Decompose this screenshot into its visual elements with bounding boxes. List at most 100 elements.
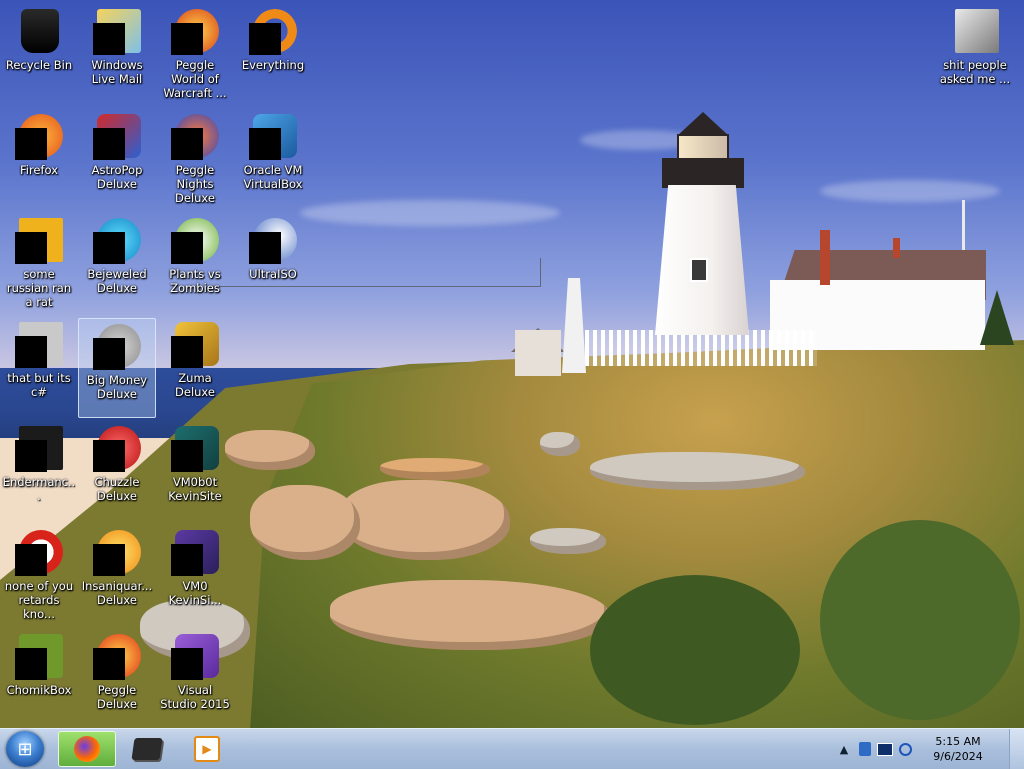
bejeweled-icon	[93, 216, 141, 264]
desktop-icon-peggle-nights[interactable]: Peggle Nights Deluxe	[156, 108, 234, 208]
desktop-icon-that-but-csharp[interactable]: that but its c#	[0, 316, 78, 416]
folder-icon	[951, 7, 999, 55]
tray-chevron-icon[interactable]: ▲	[835, 743, 853, 756]
taskbar-firefox-button[interactable]	[58, 731, 116, 767]
desktop-icon-zuma[interactable]: Zuma Deluxe	[156, 316, 234, 416]
desktop-icon-label: Big Money Deluxe	[86, 373, 148, 401]
wallpaper-bush	[590, 575, 800, 725]
desktop-icon-astropop[interactable]: AstroPop Deluxe	[78, 108, 156, 208]
desktop-icon-label: Oracle VM VirtualBox	[243, 163, 303, 191]
desktop-icon-some-russian[interactable]: some russian ran a rat	[0, 212, 78, 312]
desktop-icon-label: Chuzzle Deluxe	[94, 475, 140, 503]
clock-time: 5:15 AM	[935, 735, 981, 748]
desktop-icon-endermanc[interactable]: Endermanc...	[0, 420, 78, 520]
vm-shortcut-icon	[171, 424, 219, 472]
lighthouse-gallery	[662, 158, 744, 188]
desktop-icon-none-of-you[interactable]: none of you retards kno...	[0, 524, 78, 624]
wallpaper-rock	[530, 528, 606, 554]
desktop-icon-label: Visual Studio 2015	[160, 683, 230, 711]
system-tray: ▲	[835, 729, 912, 769]
taskbar-terminal-button[interactable]	[118, 731, 176, 767]
everything-search-icon	[249, 7, 297, 55]
monitor-icon[interactable]	[877, 742, 893, 756]
desktop-icon-label: Bejeweled Deluxe	[87, 267, 147, 295]
shortcut-icon	[15, 320, 63, 368]
virtualbox-icon	[249, 112, 297, 160]
desktop-icon-recycle-bin[interactable]: Recycle Bin	[0, 3, 78, 103]
chomikbox-icon	[15, 632, 63, 680]
zuma-icon	[171, 320, 219, 368]
desktop-icon-virtualbox[interactable]: Oracle VM VirtualBox	[234, 108, 312, 208]
firefox-icon	[74, 736, 100, 762]
desktop-icon-label: AstroPop Deluxe	[91, 163, 143, 191]
wallpaper-chimney	[893, 238, 900, 258]
desktop-icon-big-money[interactable]: Big Money Deluxe	[78, 318, 156, 418]
desktop-icon-windows-live-mail[interactable]: Windows Live Mail	[78, 3, 156, 103]
desktop-icon-label: UltraISO	[249, 267, 297, 281]
wallpaper-rock	[225, 430, 315, 470]
console-app-icon	[15, 424, 63, 472]
peggle-wow-icon	[171, 7, 219, 55]
desktop-icon-label: some russian ran a rat	[6, 267, 72, 309]
desktop-icon-label: Peggle World of Warcraft ...	[163, 58, 227, 100]
desktop-icon-visual-studio[interactable]: Visual Studio 2015	[156, 628, 234, 728]
plants-vs-zombies-icon	[171, 216, 219, 264]
shortcut-icon	[15, 528, 63, 576]
desktop-icon-label: none of you retards kno...	[4, 579, 74, 621]
wallpaper-rock	[590, 452, 805, 490]
desktop-icon-label: Everything	[241, 58, 305, 72]
desktop-icon-everything[interactable]: Everything	[234, 3, 312, 103]
wallpaper-rock	[250, 485, 360, 560]
desktop-icon-label: Zuma Deluxe	[175, 371, 215, 399]
desktop-icon-label: shit people asked me ...	[939, 58, 1011, 86]
desktop-icon-insaniquarium[interactable]: Insaniquar... Deluxe	[78, 524, 156, 624]
taskbar-media-player-button[interactable]: ▶	[178, 731, 236, 767]
shortcut-icon	[15, 216, 63, 264]
show-desktop-button[interactable]	[1009, 729, 1024, 769]
wallpaper-chimney	[820, 230, 830, 285]
firefox-icon	[15, 112, 63, 160]
desktop-icon-label: VM0 KevinSi...	[168, 579, 222, 607]
terminal-icon	[131, 738, 163, 760]
desktop-icon-label: VM0b0t KevinSite	[168, 475, 222, 503]
network-icon[interactable]	[859, 742, 871, 756]
desktop-icon-label: Endermanc...	[2, 475, 76, 503]
desktop-icon-firefox[interactable]: Firefox	[0, 108, 78, 208]
ultraiso-icon	[249, 216, 297, 264]
media-player-icon: ▶	[194, 736, 220, 762]
lighthouse-window	[690, 258, 708, 282]
desktop-icon-chomikbox[interactable]: ChomikBox	[0, 628, 78, 728]
desktop-icon-label: Plants vs Zombies	[169, 267, 221, 295]
desktop-icon-vm0-kevinsite[interactable]: VM0 KevinSi...	[156, 524, 234, 624]
wallpaper-rock	[540, 432, 580, 456]
big-money-icon	[93, 322, 141, 370]
desktop-icon-label: ChomikBox	[6, 683, 72, 697]
desktop-icon-bejeweled[interactable]: Bejeweled Deluxe	[78, 212, 156, 312]
windows-live-mail-icon	[93, 7, 141, 55]
wallpaper-cloud	[820, 180, 1000, 202]
desktop-icon-folder[interactable]: shit people asked me ...	[936, 3, 1014, 103]
desktop-icon-plants-vs-zombies[interactable]: Plants vs Zombies	[156, 212, 234, 312]
desktop-icon-peggle-wow[interactable]: Peggle World of Warcraft ...	[156, 3, 234, 103]
desktop-icon-ultraiso[interactable]: UltraISO	[234, 212, 312, 312]
desktop-icon-label: Peggle Deluxe	[97, 683, 137, 711]
desktop-icon-label: Windows Live Mail	[91, 58, 143, 86]
wallpaper-rock	[340, 480, 510, 560]
taskbar-clock[interactable]: 5:15 AM 9/6/2024	[928, 734, 988, 764]
desktop-icon-peggle-deluxe[interactable]: Peggle Deluxe	[78, 628, 156, 728]
desktop-icon-vm0b0t-kevinsite[interactable]: VM0b0t KevinSite	[156, 420, 234, 520]
wallpaper-rock	[330, 580, 610, 650]
start-button[interactable]: ⊞	[6, 731, 44, 767]
desktop-icon-chuzzle[interactable]: Chuzzle Deluxe	[78, 420, 156, 520]
desktop-icon-label: that but its c#	[7, 371, 71, 399]
sync-icon[interactable]	[899, 742, 912, 756]
wallpaper-bush	[820, 520, 1020, 720]
chuzzle-icon	[93, 424, 141, 472]
wallpaper-fence	[585, 330, 817, 366]
wallpaper-rock	[380, 458, 490, 480]
insaniquarium-icon	[93, 528, 141, 576]
peggle-nights-icon	[171, 112, 219, 160]
wallpaper-shed	[515, 330, 561, 376]
clock-date: 9/6/2024	[933, 750, 983, 763]
desktop-icon-label: Firefox	[19, 163, 59, 177]
